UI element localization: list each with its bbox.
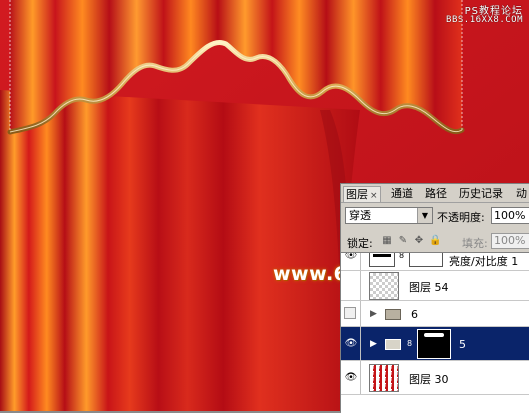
transparency-lock-icon[interactable]: ▦	[381, 235, 393, 247]
brush-lock-icon[interactable]: ✎	[397, 235, 409, 247]
folder-icon	[385, 309, 401, 320]
layer-row-group-5[interactable]: 👁 ▶ 8 5	[341, 327, 529, 361]
layer-row-54[interactable]: 图层 54	[341, 271, 529, 301]
lock-label: 锁定:	[347, 237, 373, 250]
row-divider	[360, 361, 361, 394]
layer-thumbnail	[369, 272, 399, 300]
blend-row: 穿透 ▼ 不透明度: 100%	[341, 206, 529, 226]
lock-row: 锁定: ▦ ✎ ✥ 🔒 填充: 100%	[341, 233, 529, 251]
watermark-forum-url: BBS.16XX8.COM	[446, 15, 523, 25]
fill-field[interactable]: 100%	[491, 233, 529, 249]
layer-name: 图层 30	[409, 373, 449, 386]
tab-channels[interactable]: 通道	[389, 186, 415, 201]
layer-mask-thumbnail[interactable]	[417, 329, 451, 359]
layer-mask-thumbnail[interactable]	[409, 253, 443, 267]
chevron-down-icon[interactable]: ▼	[417, 208, 432, 223]
tab-actions[interactable]: 动	[514, 186, 529, 201]
chain-link-icon[interactable]: 8	[399, 253, 404, 260]
layer-row-brightness-contrast[interactable]: 👁 8 亮度/对比度 1	[341, 253, 529, 271]
move-lock-icon[interactable]: ✥	[413, 235, 425, 247]
opacity-field[interactable]: 100%	[491, 207, 529, 224]
layers-panel: 图层 × 通道 路径 历史记录 动 穿透 ▼ 不透明度: 100% 锁定: ▦ ✎…	[340, 183, 529, 413]
layer-name: 6	[411, 308, 418, 321]
folder-icon	[385, 339, 401, 350]
eye-icon[interactable]: 👁	[344, 371, 358, 385]
tab-layers[interactable]: 图层 ×	[343, 186, 381, 202]
blend-mode-select[interactable]: 穿透 ▼	[345, 207, 433, 224]
row-divider	[360, 327, 361, 360]
panel-tab-bar: 图层 × 通道 路径 历史记录 动	[341, 184, 529, 203]
fill-label: 填充:	[462, 237, 488, 250]
expand-arrow-icon[interactable]: ▶	[370, 339, 377, 349]
opacity-label: 不透明度:	[437, 211, 485, 224]
tab-layers-label: 图层	[346, 188, 368, 201]
padlock-icon[interactable]: 🔒	[429, 235, 441, 247]
eye-icon[interactable]: 👁	[344, 253, 358, 263]
visibility-toggle[interactable]	[344, 307, 356, 319]
layer-list[interactable]: 👁 8 亮度/对比度 1 图层 54 ▶ 6 👁 ▶ 8 5 👁 图层 30	[341, 252, 529, 413]
row-divider	[360, 253, 361, 270]
layer-name: 图层 54	[409, 281, 449, 294]
blend-mode-value: 穿透	[349, 209, 371, 222]
close-icon[interactable]: ×	[370, 191, 378, 201]
expand-arrow-icon[interactable]: ▶	[370, 309, 377, 319]
row-divider	[360, 301, 361, 326]
layer-thumbnail	[369, 364, 399, 392]
layer-row-30[interactable]: 👁 图层 30	[341, 361, 529, 395]
layer-name: 亮度/对比度 1	[449, 255, 519, 268]
chain-link-icon[interactable]: 8	[407, 339, 412, 348]
adjustment-icon	[369, 253, 395, 267]
tab-history[interactable]: 历史记录	[457, 186, 505, 201]
eye-icon[interactable]: 👁	[344, 337, 358, 351]
row-divider	[360, 271, 361, 300]
layer-row-group-6[interactable]: ▶ 6	[341, 301, 529, 327]
layer-name: 5	[459, 338, 466, 351]
tab-paths[interactable]: 路径	[423, 186, 449, 201]
visibility-toggle[interactable]	[344, 280, 356, 292]
